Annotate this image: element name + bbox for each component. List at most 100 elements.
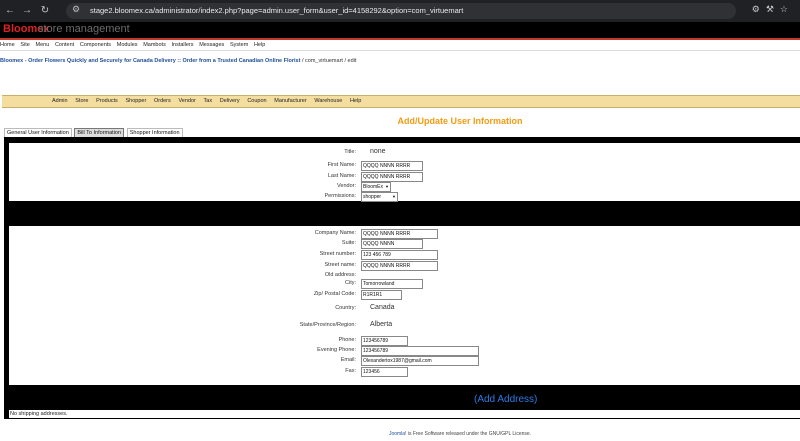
state-value[interactable]: Alberta [370, 321, 392, 328]
chevron-down-icon: ▼ [392, 194, 396, 199]
city-row: City: Tomorrowland [9, 279, 799, 289]
country-label: Country: [335, 305, 356, 311]
vm-menu-shopper[interactable]: Shopper [125, 98, 146, 104]
street-name-input[interactable]: QQQQ NNNN RRRR [361, 261, 438, 271]
breadcrumb-rest: / com_virtuemart / edit [300, 58, 357, 64]
evening-phone-input[interactable]: 123456789 [361, 346, 479, 356]
vm-menu-orders[interactable]: Orders [154, 98, 171, 104]
email-row: Email: Olexandertox1987@gmail.com [9, 356, 799, 366]
vm-menu-products[interactable]: Products [96, 98, 118, 104]
city-input[interactable]: Tomorrowland [361, 279, 423, 289]
last-name-row: Last Name: QQQQ NNNN RRRR [9, 172, 799, 182]
browser-tools-icons[interactable]: ⚙⚒☆ [752, 4, 794, 15]
evening-phone-row: Evening Phone: 123456789 [9, 346, 799, 356]
street-number-row: Street number: 123 456 789 [9, 250, 799, 260]
vm-menu-tax[interactable]: Tax [204, 98, 213, 104]
vendor-select[interactable]: BloomEx ▼ [361, 182, 391, 192]
menu-installers[interactable]: Installers [172, 40, 194, 50]
no-shipping-addresses-message: No shipping addresses. [9, 410, 800, 418]
email-input[interactable]: Olexandertox1987@gmail.com [361, 356, 479, 366]
reload-icon[interactable]: ↻ [38, 4, 52, 18]
zip-input[interactable]: R1R1R1 [361, 290, 402, 300]
old-address-label: Old address: [324, 272, 356, 278]
company-row: Company Name: QQQQ NNNN RRRR [9, 229, 799, 239]
title-value: none [370, 148, 386, 155]
country-row: Country: Canada [9, 304, 799, 313]
footer-license-text: is Free Software released under the GNU/… [406, 431, 532, 437]
vendor-label: Vendor: [337, 183, 356, 189]
fax-input[interactable]: 123456 [361, 367, 408, 377]
site-info-icon[interactable]: ⚙ [72, 4, 80, 15]
menu-components[interactable]: Components [80, 40, 111, 50]
country-value[interactable]: Canada [370, 304, 395, 311]
vm-menu-vendor[interactable]: Vendor [178, 98, 195, 104]
tab-general-user-information[interactable]: General User Information [4, 128, 72, 137]
menu-home[interactable]: Home [0, 40, 15, 50]
phone-label: Phone: [338, 337, 356, 343]
permissions-value: shopper [363, 194, 382, 200]
vm-menu-help[interactable]: Help [350, 98, 361, 104]
first-name-input[interactable]: QQQQ NNNN RRRR [361, 161, 423, 171]
title-row: Title: none [9, 148, 799, 157]
vm-menu-delivery[interactable]: Delivery [220, 98, 240, 104]
menu-mambots[interactable]: Mambots [143, 40, 166, 50]
first-name-label: First Name: [327, 162, 356, 168]
footer: Joomla! is Free Software released under … [0, 431, 800, 437]
page-title: Add/Update User Information [397, 116, 523, 126]
admin-header: Bloomex store management [0, 22, 800, 38]
street-number-label: Street number: [319, 251, 356, 257]
permissions-select[interactable]: shopper ▼ [361, 192, 398, 202]
company-input[interactable]: QQQQ NNNN RRRR [361, 229, 438, 239]
street-name-label: Street name: [324, 262, 357, 268]
zip-label: Zip/ Postal Code: [313, 291, 356, 297]
vm-menu-warehouse[interactable]: Warehouse [314, 98, 342, 104]
phone-row: Phone: 123456789 [9, 336, 799, 346]
first-name-row: First Name: QQQQ NNNN RRRR [9, 161, 799, 171]
menu-help[interactable]: Help [254, 40, 265, 50]
browser-toolbar: ← → ↻ ⚙ stage2.bloomex.ca/administrator/… [0, 0, 800, 22]
company-label: Company Name: [314, 230, 356, 236]
vm-menu-manufacturer[interactable]: Manufacturer [274, 98, 306, 104]
joomla-link[interactable]: Joomla! [389, 431, 407, 437]
permissions-row: Permissions: shopper ▼ [9, 192, 799, 202]
zip-row: Zip/ Postal Code: R1R1R1 [9, 290, 799, 300]
suite-input[interactable]: QQQQ NNNN [361, 239, 423, 249]
vendor-value: BloomEx [363, 184, 384, 190]
tab-bill-to-information[interactable]: Bill To Information [74, 128, 125, 137]
back-icon[interactable]: ← [3, 4, 17, 18]
tab-bar: General User Information Bill To Informa… [4, 128, 184, 137]
menu-system[interactable]: System [230, 40, 248, 50]
admin-top-menu: Home Site Menu Content Components Module… [0, 40, 800, 51]
last-name-input[interactable]: QQQQ NNNN RRRR [361, 172, 423, 182]
menu-messages[interactable]: Messages [199, 40, 224, 50]
menu-modules[interactable]: Modules [117, 40, 138, 50]
brand-subtitle: store management [38, 23, 130, 35]
add-address-link[interactable]: (Add Address) [474, 394, 537, 405]
chevron-down-icon: ▼ [385, 184, 389, 189]
phone-input[interactable]: 123456789 [361, 336, 408, 346]
fax-row: Fax: 123456 [9, 367, 799, 377]
breadcrumb-site-link[interactable]: Bloomex - Order Flowers Quickly and Secu… [0, 58, 300, 64]
address-bar[interactable]: ⚙ stage2.bloomex.ca/administrator/index2… [66, 3, 736, 19]
url-text[interactable]: stage2.bloomex.ca/administrator/index2.p… [90, 6, 463, 15]
vm-menu-admin[interactable]: Admin [52, 98, 68, 104]
tab-shopper-information[interactable]: Shopper Information [126, 128, 183, 137]
email-label: Email: [340, 357, 356, 363]
street-name-row: Street name: QQQQ NNNN RRRR [9, 261, 799, 271]
suite-label: Suite: [341, 240, 356, 246]
menu-content[interactable]: Content [55, 40, 74, 50]
vm-menu-coupon[interactable]: Coupon [247, 98, 266, 104]
shopper-fields-panel: Title: none First Name: QQQQ NNNN RRRR L… [9, 143, 800, 202]
state-label: State/Province/Region: [299, 322, 356, 328]
street-number-input[interactable]: 123 456 789 [361, 250, 438, 260]
virtuemart-menu: Admin Store Products Shopper Orders Vend… [2, 95, 800, 108]
menu-site[interactable]: Site [20, 40, 29, 50]
vendor-row: Vendor: BloomEx ▼ [9, 182, 799, 192]
menu-menu[interactable]: Menu [36, 40, 50, 50]
suite-row: Suite: QQQQ NNNN [9, 239, 799, 249]
vm-menu-store[interactable]: Store [75, 98, 88, 104]
last-name-label: Last Name: [327, 173, 356, 179]
bill-to-fields-panel: Company Name: QQQQ NNNN RRRR Suite: QQQQ… [9, 226, 800, 385]
forward-icon[interactable]: → [20, 4, 34, 18]
city-label: City: [345, 280, 356, 286]
